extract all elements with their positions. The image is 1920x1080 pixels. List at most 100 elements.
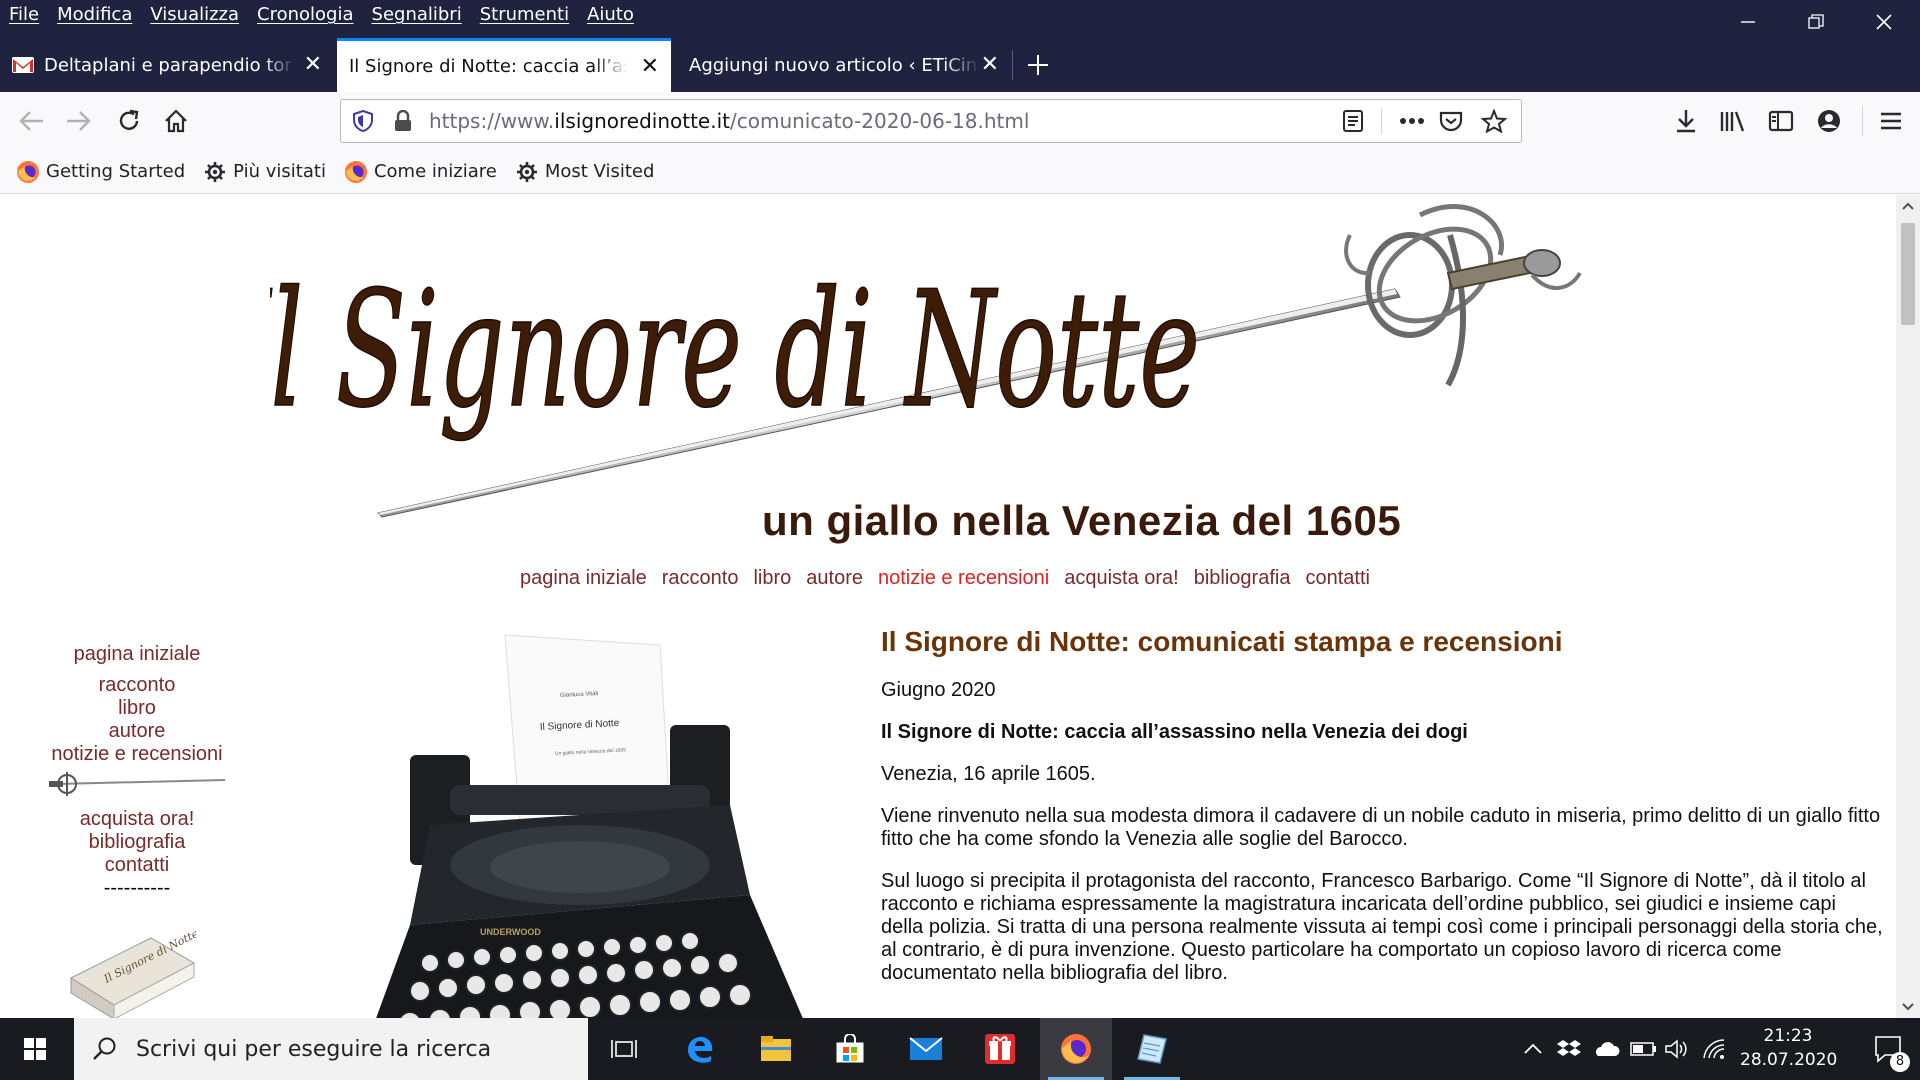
bookmark-star-icon[interactable] <box>1481 109 1507 133</box>
volume-icon[interactable] <box>1664 1038 1690 1060</box>
notepad-taskbar-button[interactable] <box>1116 1018 1188 1080</box>
bookmark-label: Most Visited <box>544 161 655 182</box>
tab-title: Il Signore di Notte: caccia all’assassin… <box>349 56 627 77</box>
menu-cronologia[interactable]: Cronologia <box>248 0 362 34</box>
home-button[interactable] <box>157 102 195 140</box>
pocket-icon[interactable] <box>1439 110 1463 132</box>
tracking-protection-shield-icon[interactable] <box>353 110 373 132</box>
tab-deltaplani[interactable]: Deltaplani e parapendio tornano ✕ <box>0 38 334 92</box>
menu-modifica[interactable]: Modifica <box>48 0 141 34</box>
url-text[interactable]: https://www.ilsignoredinotte.it/comunica… <box>429 109 1029 133</box>
sidenav-libro[interactable]: libro <box>40 697 234 720</box>
sidenav-racconto[interactable]: racconto <box>40 674 234 697</box>
bookmark-come-iniziare[interactable]: Come iniziare <box>344 160 497 184</box>
title-bar: File Modifica Visualizza Cronologia Segn… <box>0 0 1920 34</box>
topnav-contatti[interactable]: contatti <box>1305 567 1369 590</box>
topnav-notizie-e-recensioni[interactable]: notizie e recensioni <box>878 567 1049 590</box>
firefox-taskbar-button[interactable] <box>1040 1018 1112 1080</box>
page-viewport: Il Signore di Notte un giallo nella Vene… <box>0 195 1896 1018</box>
sidenav-pagina-iniziale[interactable]: pagina iniziale <box>40 643 234 666</box>
search-icon <box>93 1037 116 1060</box>
new-tab-button[interactable] <box>1018 38 1058 92</box>
lock-icon[interactable] <box>393 110 413 132</box>
battery-icon[interactable] <box>1630 1041 1658 1057</box>
dropbox-icon[interactable] <box>1556 1038 1582 1060</box>
edge-icon <box>688 1036 713 1063</box>
menu-aiuto[interactable]: Aiuto <box>578 0 643 34</box>
sidenav-notizie-e-recensioni[interactable]: notizie e recensioni <box>40 743 234 766</box>
restore-icon <box>1808 14 1824 29</box>
sidenav-acquista-ora[interactable]: acquista ora! <box>40 808 234 831</box>
bookmark-label: Più visitati <box>233 161 326 182</box>
mail-button[interactable] <box>890 1018 962 1080</box>
address-bar[interactable]: https://www.ilsignoredinotte.it/comunica… <box>340 99 1522 143</box>
menu-file[interactable]: File <box>0 0 48 34</box>
urlbar-separator <box>1381 108 1382 134</box>
task-view-button[interactable] <box>588 1018 660 1080</box>
tab-separator <box>1012 50 1013 80</box>
bookmarks-toolbar: Getting Started Più visitati Come inizia… <box>0 150 1920 194</box>
firefox-icon <box>1061 1034 1091 1064</box>
gift-app-button[interactable] <box>964 1018 1036 1080</box>
wifi-icon[interactable] <box>1702 1038 1728 1060</box>
svg-text:UNDERWOOD: UNDERWOOD <box>480 927 541 937</box>
bookmark-piu-visitati[interactable]: Più visitati <box>203 160 326 184</box>
scrollbar-thumb[interactable] <box>1901 223 1915 325</box>
start-button[interactable] <box>0 1018 70 1080</box>
logo-title: Il Signore di Notte <box>270 256 1200 443</box>
account-icon <box>1818 110 1840 132</box>
sidenav-contatti[interactable]: contatti <box>40 854 234 877</box>
bookmark-getting-started[interactable]: Getting Started <box>16 160 185 184</box>
home-icon <box>165 109 187 133</box>
menu-strumenti[interactable]: Strumenti <box>471 0 578 34</box>
topnav-pagina-iniziale[interactable]: pagina iniziale <box>520 567 647 590</box>
forward-button[interactable] <box>60 102 98 140</box>
reload-button[interactable] <box>110 102 148 140</box>
page-actions-more-icon[interactable] <box>1399 117 1425 125</box>
library-button[interactable] <box>1714 102 1752 140</box>
account-button[interactable] <box>1810 102 1848 140</box>
reader-view-icon[interactable] <box>1342 110 1364 132</box>
file-explorer-button[interactable] <box>740 1018 812 1080</box>
close-tab-icon[interactable]: ✕ <box>641 55 659 78</box>
tab-signore-di-notte[interactable]: Il Signore di Notte: caccia all’assassin… <box>337 38 671 92</box>
tab-aggiungi-articolo[interactable]: Aggiungi nuovo articolo ‹ ETiCinform ✕ <box>677 38 1011 92</box>
page-scrollbar[interactable] <box>1896 195 1920 1018</box>
show-hidden-icons-chevron-icon[interactable] <box>1522 1042 1544 1056</box>
article-heading: Il Signore di Notte: comunicati stampa e… <box>881 626 1563 657</box>
store-icon <box>836 1034 864 1063</box>
scroll-down-icon[interactable] <box>1896 998 1920 1016</box>
store-button[interactable] <box>814 1018 886 1080</box>
task-view-icon <box>611 1040 637 1058</box>
close-tab-icon[interactable]: ✕ <box>304 54 322 76</box>
edge-button[interactable] <box>664 1018 736 1080</box>
typewriter-image: Gianluca Vitali Il Signore di Notte Un g… <box>376 635 803 1018</box>
topnav-libro[interactable]: libro <box>753 567 791 590</box>
sidebar-button[interactable] <box>1762 102 1800 140</box>
sidenav-autore[interactable]: autore <box>40 720 234 743</box>
action-center-button[interactable]: 8 <box>1856 1018 1920 1080</box>
topnav-bibliografia[interactable]: bibliografia <box>1194 567 1291 590</box>
close-tab-icon[interactable]: ✕ <box>981 54 999 76</box>
back-arrow-icon <box>19 111 43 131</box>
clock-time: 21:23 <box>1763 1026 1813 1046</box>
scroll-up-icon[interactable] <box>1896 197 1920 215</box>
bookmark-label: Come iniziare <box>373 161 497 182</box>
menu-segnalibri[interactable]: Segnalibri <box>363 0 471 34</box>
topnav-racconto[interactable]: racconto <box>662 567 739 590</box>
back-button[interactable] <box>12 102 50 140</box>
bookmark-most-visited[interactable]: Most Visited <box>515 160 655 184</box>
sword-divider-image <box>49 772 226 796</box>
taskbar-clock[interactable]: 21:23 28.07.2020 <box>1740 1024 1837 1072</box>
sidenav-bibliografia[interactable]: bibliografia <box>40 831 234 854</box>
menu-visualizza[interactable]: Visualizza <box>141 0 248 34</box>
open-menu-button[interactable] <box>1872 102 1910 140</box>
topnav-acquista-ora[interactable]: acquista ora! <box>1064 567 1179 590</box>
taskbar-search-box[interactable]: Scrivi qui per eseguire la ricerca <box>74 1018 588 1080</box>
book-image: Il Signore di Notte <box>69 927 196 1018</box>
topnav-autore[interactable]: autore <box>806 567 863 590</box>
file-explorer-icon <box>761 1036 791 1061</box>
downloads-button[interactable] <box>1667 102 1705 140</box>
onedrive-cloud-icon[interactable] <box>1592 1040 1620 1058</box>
